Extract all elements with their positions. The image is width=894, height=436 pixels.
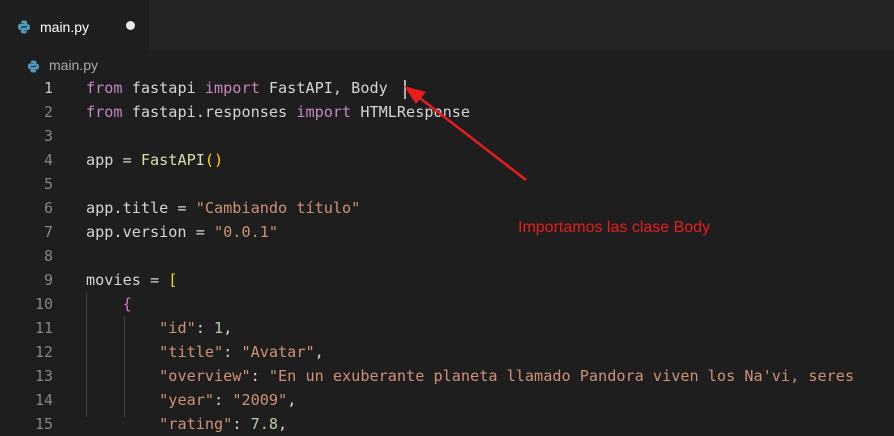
- code-token: "rating": [159, 415, 233, 433]
- annotation-text: Importamos las clase Body: [518, 219, 711, 236]
- code-token: ,: [278, 415, 288, 433]
- code-token: 7.8: [250, 415, 279, 433]
- code-token: :: [232, 415, 251, 433]
- annotation-arrow: [404, 86, 527, 181]
